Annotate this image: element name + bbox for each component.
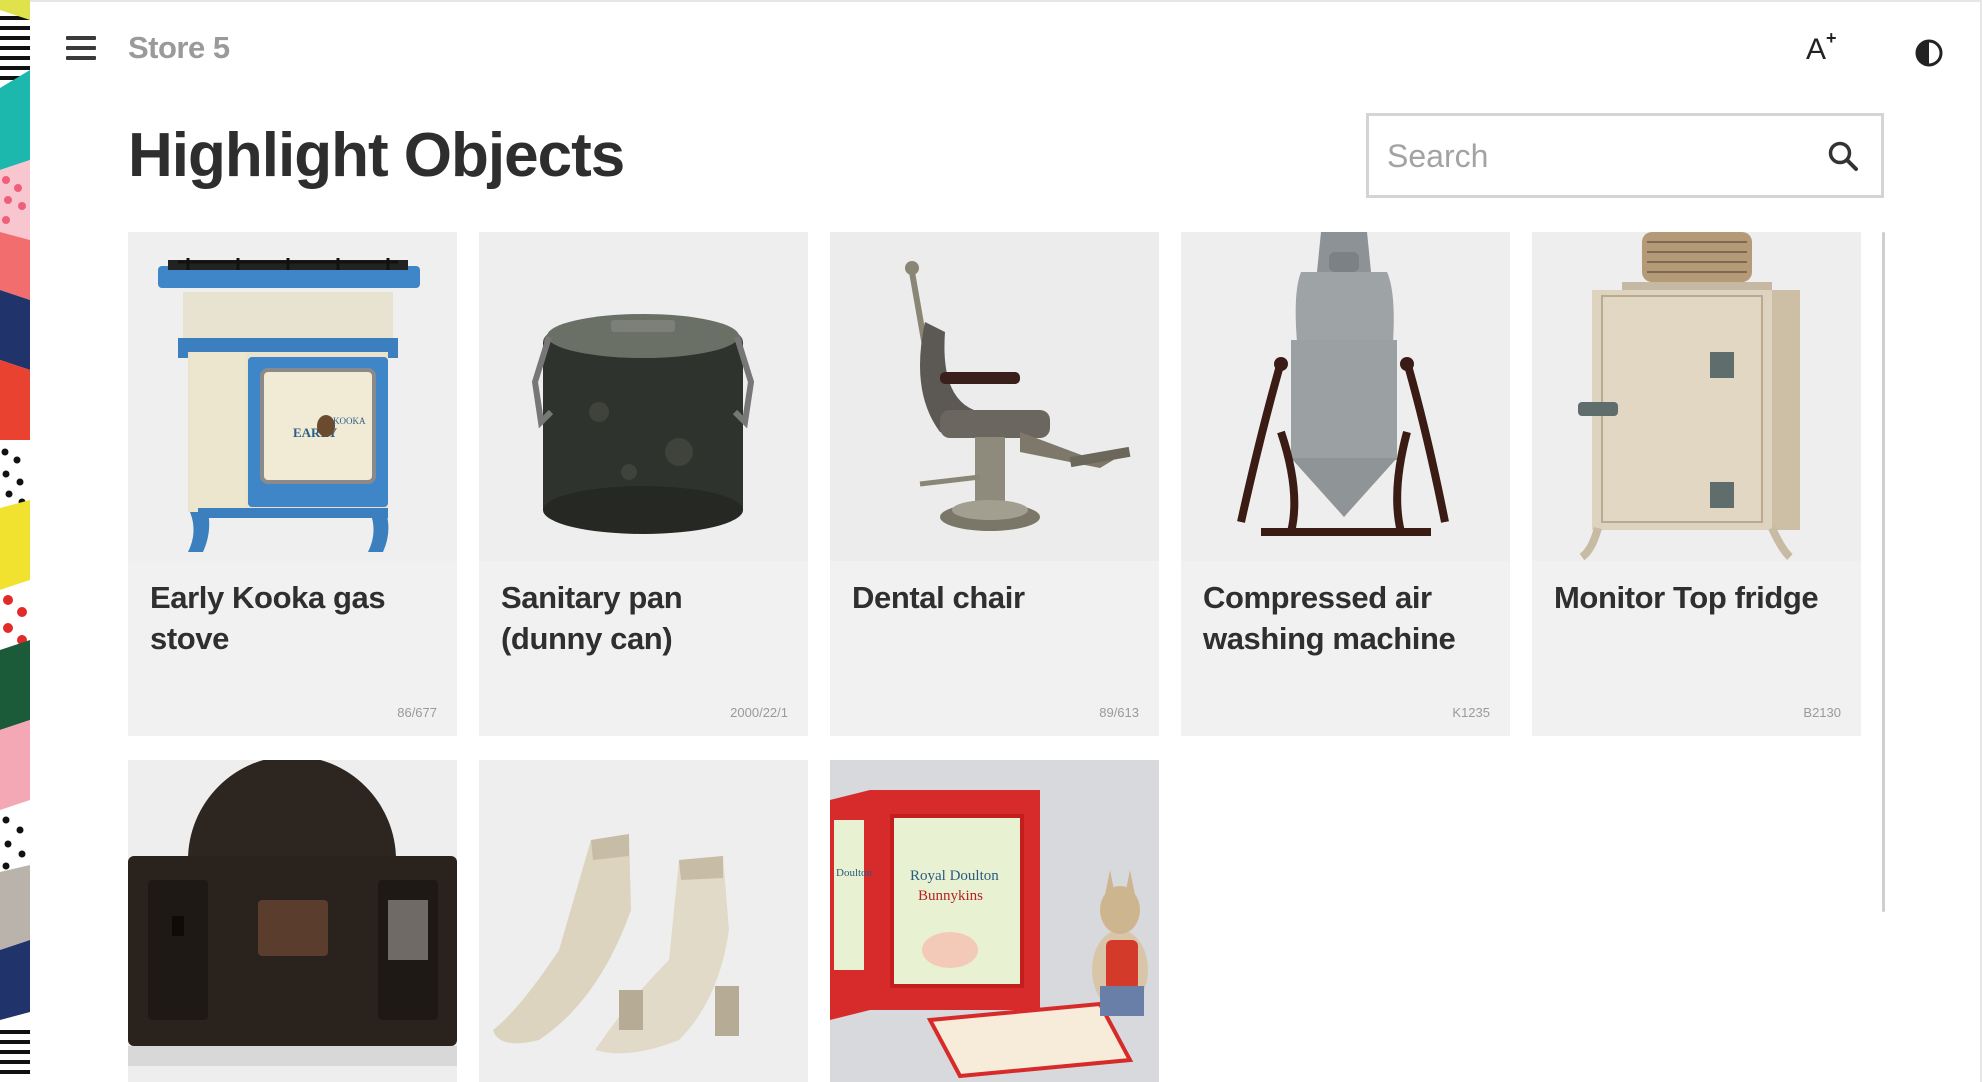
font-size-label: A bbox=[1806, 33, 1827, 66]
search-icon[interactable] bbox=[1827, 140, 1859, 172]
object-name: Early Kooka gas stove bbox=[150, 580, 386, 656]
object-name: Sanitary pan (dunny can) bbox=[501, 580, 683, 656]
decorative-pattern-strip bbox=[0, 0, 30, 1082]
object-name: Compressed air washing machine bbox=[1203, 580, 1456, 656]
object-card[interactable] bbox=[128, 760, 457, 1082]
object-card[interactable]: Sanitary pan (dunny can) 2000/22/1 bbox=[479, 232, 808, 736]
black-machine-image bbox=[128, 760, 457, 1082]
object-card[interactable]: EARLY KOOKA Early Kooka gas stove 86/677 bbox=[128, 232, 457, 736]
object-card[interactable]: Royal Doulton Bunnykins Doulton bbox=[830, 760, 1159, 1082]
object-card[interactable]: Monitor Top fridge B2130 bbox=[1532, 232, 1861, 736]
fridge-image bbox=[1532, 232, 1861, 561]
search-input[interactable] bbox=[1387, 130, 1807, 182]
object-reg-number: 2000/22/1 bbox=[730, 705, 788, 720]
bunnykins-box-image: Royal Doulton Bunnykins Doulton bbox=[830, 760, 1159, 1082]
box-side-text: Doulton bbox=[836, 867, 873, 879]
object-card[interactable]: Dental chair 89/613 bbox=[830, 232, 1159, 736]
box-brand-text: Royal Doulton bbox=[910, 868, 999, 884]
washing-machine-image bbox=[1181, 232, 1510, 561]
menu-icon[interactable] bbox=[66, 36, 96, 64]
object-card[interactable] bbox=[479, 760, 808, 1082]
gas-stove-image: EARLY KOOKA bbox=[128, 232, 457, 561]
svg-text:KOOKA: KOOKA bbox=[333, 416, 366, 426]
object-name: Monitor Top fridge bbox=[1554, 580, 1819, 615]
font-size-plus: + bbox=[1826, 28, 1837, 48]
header-bar: Store 5 A+ bbox=[30, 2, 1980, 98]
page-title: Highlight Objects bbox=[128, 121, 625, 190]
dental-chair-image bbox=[830, 232, 1159, 561]
contrast-icon[interactable] bbox=[1914, 38, 1944, 68]
dunny-can-image bbox=[479, 232, 808, 561]
white-boots-image bbox=[479, 760, 808, 1082]
box-brand-subtext: Bunnykins bbox=[918, 888, 983, 904]
font-size-button[interactable]: A+ bbox=[1806, 28, 1850, 76]
search-box bbox=[1366, 113, 1884, 198]
object-reg-number: K1235 bbox=[1452, 705, 1490, 720]
scrollbar[interactable] bbox=[1882, 232, 1885, 912]
object-name: Dental chair bbox=[852, 580, 1025, 615]
object-reg-number: 89/613 bbox=[1099, 705, 1139, 720]
object-reg-number: B2130 bbox=[1803, 705, 1841, 720]
object-reg-number: 86/677 bbox=[397, 705, 437, 720]
store-label[interactable]: Store 5 bbox=[128, 30, 230, 66]
object-card[interactable]: Compressed air washing machine K1235 bbox=[1181, 232, 1510, 736]
